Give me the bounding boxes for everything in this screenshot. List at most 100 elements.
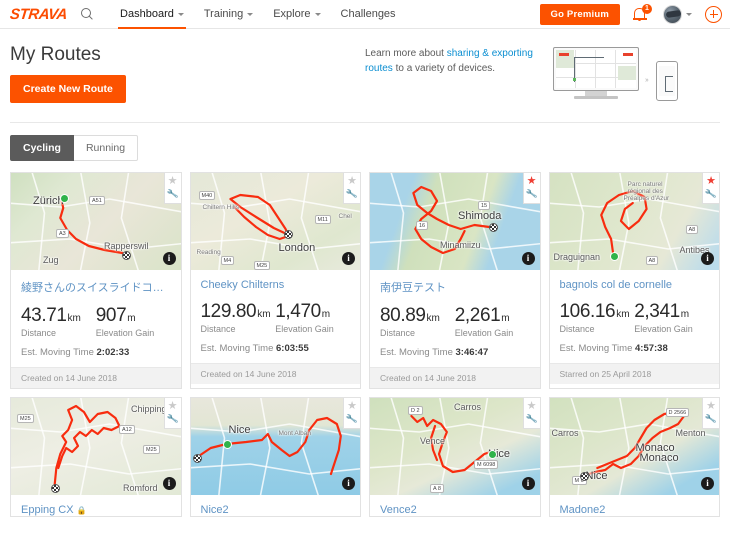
- map-info-button[interactable]: i: [342, 477, 355, 490]
- nav-label: Explore: [273, 8, 311, 20]
- route-title-link[interactable]: Cheeky Chilterns: [201, 279, 351, 291]
- map-controls: ★ 🔧: [343, 173, 360, 204]
- main-nav: Dashboard Training Explore Challenges: [110, 0, 406, 29]
- user-menu[interactable]: [663, 4, 692, 24]
- route-title-link[interactable]: Nice2: [201, 504, 351, 516]
- moving-time: Est. Moving Time 4:57:38: [559, 343, 668, 354]
- wrench-icon[interactable]: 🔧: [525, 413, 538, 425]
- chevron-down-icon: [686, 12, 692, 16]
- route-card-body: Epping CX 🔒: [11, 495, 181, 516]
- route-card: Carros Vence Nice D 2A 8M 6098 ★ 🔧 i Vence2: [369, 397, 541, 517]
- add-new-button[interactable]: [705, 5, 722, 23]
- route-start-marker: [609, 252, 619, 261]
- monitor-screen: [553, 47, 639, 91]
- notification-badge: 1: [642, 3, 652, 14]
- route-map-thumbnail[interactable]: Chiltern Hills London Reading Chel M40 M11 M4 M…: [190, 173, 360, 270]
- nav-item-dashboard[interactable]: Dashboard: [110, 0, 194, 29]
- route-title-link[interactable]: Epping CX 🔒: [21, 504, 171, 516]
- star-icon[interactable]: ★: [168, 401, 178, 412]
- distance-value: 80.89km: [380, 305, 440, 326]
- route-end-marker: [283, 230, 293, 239]
- route-end-marker: [51, 484, 60, 493]
- wrench-icon[interactable]: 🔧: [346, 188, 359, 200]
- tab-running[interactable]: Running: [73, 135, 139, 161]
- top-navigation-bar: STRAVA Dashboard Training Explore Challe…: [0, 0, 730, 29]
- map-info-button[interactable]: i: [162, 477, 176, 490]
- map-road-shield: M11: [314, 215, 331, 224]
- route-title-link[interactable]: Vence2: [380, 504, 530, 516]
- route-title-link[interactable]: bagnols col de cornelle: [560, 279, 710, 291]
- page-content: My Routes Create New Route Learn more ab…: [0, 29, 730, 517]
- map-info-button[interactable]: i: [701, 252, 714, 265]
- route-end-marker: [122, 251, 131, 260]
- nav-label: Dashboard: [120, 8, 174, 20]
- star-filled-icon[interactable]: ★: [706, 176, 716, 187]
- map-info-button[interactable]: i: [521, 252, 535, 265]
- wrench-icon[interactable]: 🔧: [525, 188, 538, 200]
- elevation-value: 2,261m: [454, 305, 510, 326]
- map-info-button[interactable]: i: [521, 477, 535, 490]
- nav-item-challenges[interactable]: Challenges: [331, 0, 406, 28]
- wrench-icon[interactable]: 🔧: [346, 413, 359, 425]
- map-road-shield: M 6098: [474, 460, 499, 469]
- wrench-icon[interactable]: 🔧: [166, 413, 179, 425]
- page-title: My Routes: [10, 44, 101, 65]
- route-map-thumbnail[interactable]: Chipping Romford M25 M25 A12 ★ 🔧 i: [11, 398, 181, 495]
- route-title-link[interactable]: 綾野さんのスイスライドコピー: [21, 279, 171, 295]
- map-info-button[interactable]: i: [162, 252, 176, 265]
- elevation-value: 1,470m: [275, 301, 331, 322]
- nav-item-explore[interactable]: Explore: [263, 0, 330, 28]
- route-polyline: [412, 185, 491, 255]
- route-card: Shimoda Minamiizu 15 16 ★ 🔧 i 南伊豆テスト 80.89km Dist…: [369, 172, 541, 389]
- stat-block: 907m Elevation Gain: [96, 305, 171, 338]
- route-map-thumbnail[interactable]: Carros Vence Nice D 2A 8M 6098 ★ 🔧 i: [370, 398, 540, 495]
- wrench-icon[interactable]: 🔧: [166, 188, 179, 200]
- star-filled-icon[interactable]: ★: [527, 176, 537, 187]
- route-card-body: Nice2: [191, 495, 361, 516]
- route-map-thumbnail[interactable]: Zürich Rapperswil Zug A51 A3 ★ 🔧 i: [11, 173, 181, 270]
- promo-text-before: Learn more about: [365, 48, 447, 59]
- route-polyline: [410, 414, 492, 474]
- route-stats: 106.16km Distance 2,341m Elevation Gain: [560, 301, 710, 334]
- route-map-thumbnail[interactable]: Carros Monaco Monaco Menton Nice D 2566 M 6 ★ 🔧 i: [549, 398, 719, 495]
- route-map-thumbnail[interactable]: Nice Mont Alban ★ 🔧 i: [190, 398, 360, 495]
- map-road-shield: A51: [89, 196, 105, 205]
- monitor-icon: [553, 47, 639, 99]
- stat-block: 2,261m Elevation Gain: [455, 305, 530, 338]
- phone-route-line: [665, 76, 673, 92]
- tab-cycling[interactable]: Cycling: [10, 135, 74, 161]
- map-info-button[interactable]: i: [701, 477, 714, 490]
- route-map-thumbnail[interactable]: Shimoda Minamiizu 15 16 ★ 🔧 i: [370, 173, 540, 270]
- wrench-icon[interactable]: 🔧: [705, 188, 718, 200]
- route-card-footer: Created on 14 June 2018: [370, 367, 540, 388]
- mini-route-line: [574, 57, 604, 82]
- wrench-icon[interactable]: 🔧: [705, 413, 718, 425]
- route-end-marker: [579, 472, 589, 481]
- stat-block: 106.16km Distance: [560, 301, 635, 334]
- star-icon[interactable]: ★: [347, 176, 357, 187]
- notifications-button[interactable]: 1: [632, 3, 652, 23]
- route-title-link[interactable]: Madone2: [560, 504, 710, 516]
- route-map-thumbnail[interactable]: Parc naturel régional des Préalpes d'Azur D…: [549, 173, 719, 270]
- map-road-shield: A3: [56, 229, 69, 238]
- route-title-link[interactable]: 南伊豆テスト: [380, 279, 530, 295]
- map-road-shield: A8: [645, 256, 659, 265]
- map-road-shield: A12: [119, 425, 135, 434]
- star-icon[interactable]: ★: [347, 401, 357, 412]
- go-premium-button[interactable]: Go Premium: [539, 3, 620, 25]
- map-road-shield: D 2: [408, 406, 423, 415]
- star-icon[interactable]: ★: [168, 176, 178, 187]
- strava-logo[interactable]: STRAVA: [9, 6, 68, 23]
- nav-label: Challenges: [340, 8, 396, 20]
- route-card-body: Madone2: [550, 495, 720, 516]
- nav-item-training[interactable]: Training: [194, 0, 263, 28]
- map-info-button[interactable]: i: [342, 252, 355, 265]
- elevation-label: Elevation Gain: [454, 328, 514, 338]
- search-icon[interactable]: [81, 7, 94, 21]
- star-icon[interactable]: ★: [706, 401, 716, 412]
- distance-label: Distance: [380, 328, 416, 338]
- route-card-body: 南伊豆テスト 80.89km Distance 2,261m Elevation Gai…: [370, 270, 540, 358]
- create-new-route-button[interactable]: Create New Route: [10, 75, 126, 103]
- star-icon[interactable]: ★: [527, 401, 537, 412]
- map-road-shield: 15: [478, 201, 491, 210]
